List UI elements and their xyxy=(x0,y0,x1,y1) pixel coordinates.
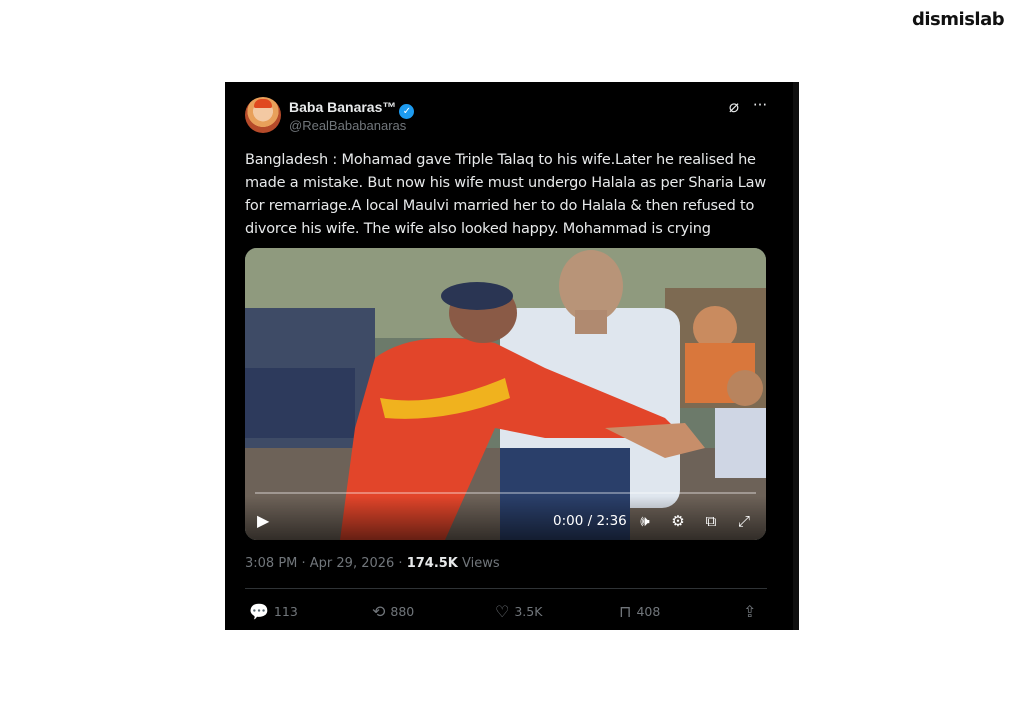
heart-icon: ♡ xyxy=(495,601,510,621)
author-name[interactable]: Baba Banaras™ ✓ xyxy=(289,99,415,119)
views-label: Views xyxy=(457,556,500,571)
grok-icon[interactable]: ⌀ xyxy=(723,96,745,118)
video-time: 0:00 / 2:36 xyxy=(553,513,627,529)
settings-icon[interactable]: ⚙ xyxy=(668,511,688,531)
play-icon[interactable]: ▶ xyxy=(257,512,275,530)
repost-icon: ⟲ xyxy=(372,601,386,621)
fullscreen-icon[interactable]: ⤢ xyxy=(734,511,754,531)
tweet-card: Baba Banaras™ ✓ @RealBababanaras ⌀ ··· Ba… xyxy=(225,82,799,630)
share-icon: ⇪ xyxy=(743,601,757,621)
verified-badge-icon: ✓ xyxy=(399,104,415,119)
reply-count: 113 xyxy=(273,603,298,619)
tweet-text: Bangladesh : Mohamad gave Triple Talaq t… xyxy=(245,152,767,237)
repost-button[interactable]: ⟲ 880 xyxy=(372,601,414,621)
views-count: 174.5K xyxy=(406,556,458,571)
divider xyxy=(245,588,767,589)
timestamp[interactable]: 3:08 PM · Apr 29, 2026 · xyxy=(245,556,407,571)
tweet-meta: 3:08 PM · Apr 29, 2026 · 174.5K Views xyxy=(245,556,500,571)
bookmark-button[interactable]: ⊓ 408 xyxy=(619,601,660,621)
volume-icon[interactable]: 🕪 xyxy=(635,511,655,531)
author-name-text[interactable]: Baba Banaras™ xyxy=(289,99,396,115)
bookmark-count: 408 xyxy=(636,603,661,619)
video-progress-bar[interactable] xyxy=(255,492,756,494)
pip-icon[interactable]: ⧉ xyxy=(701,511,721,531)
bookmark-icon: ⊓ xyxy=(619,601,632,621)
video-player[interactable]: ▶ 0:00 / 2:36 🕪 ⚙ ⧉ ⤢ xyxy=(245,248,766,540)
author-handle[interactable]: @RealBababanaras xyxy=(289,118,406,133)
scrollbar[interactable] xyxy=(793,82,799,630)
more-options-icon[interactable]: ··· xyxy=(749,96,771,118)
share-button[interactable]: ⇪ xyxy=(743,601,756,621)
like-button[interactable]: ♡ 3.5K xyxy=(495,601,542,621)
dismislab-logo: dismislab xyxy=(912,9,1005,30)
like-count: 3.5K xyxy=(514,603,543,619)
reply-button[interactable]: 💬 113 xyxy=(249,601,298,621)
repost-count: 880 xyxy=(390,603,415,619)
avatar[interactable] xyxy=(245,97,281,133)
reply-icon: 💬 xyxy=(249,601,269,621)
